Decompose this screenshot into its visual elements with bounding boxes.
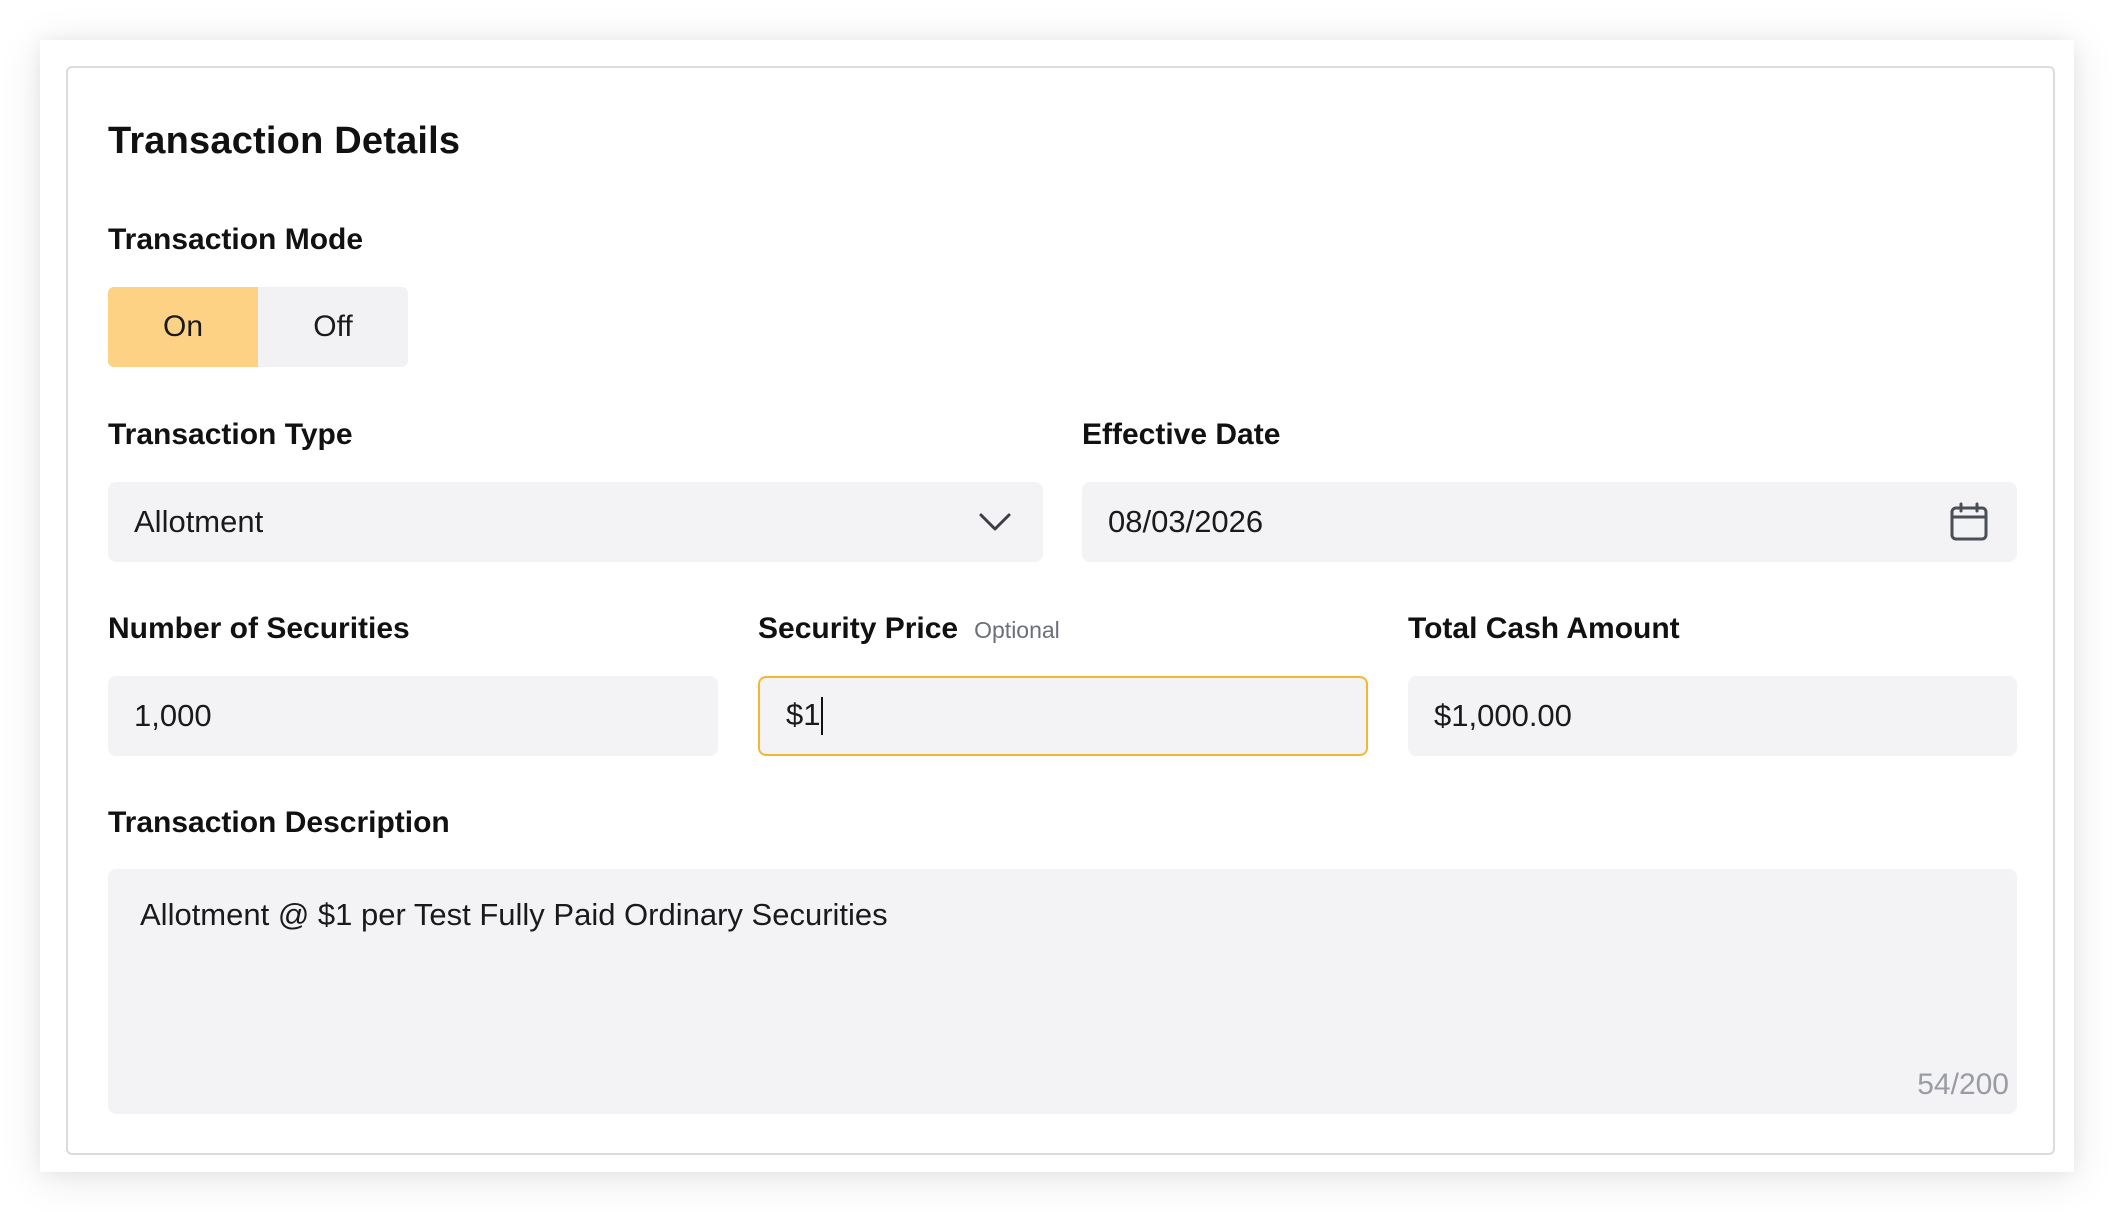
transaction-details-card: Transaction Details Transaction Mode On … — [66, 66, 2055, 1155]
transaction-description-textarea[interactable]: Allotment @ $1 per Test Fully Paid Ordin… — [108, 869, 2017, 1114]
total-cash-amount-label: Total Cash Amount — [1408, 612, 1680, 645]
transaction-description-label: Transaction Description — [108, 806, 450, 839]
number-of-securities-label: Number of Securities — [108, 612, 410, 645]
number-of-securities-input[interactable]: 1,000 — [108, 676, 718, 756]
transaction-description-value: Allotment @ $1 per Test Fully Paid Ordin… — [140, 897, 888, 932]
transaction-mode-toggle: On Off — [108, 287, 408, 367]
security-price-label: Security Price — [758, 612, 959, 645]
transaction-mode-label: Transaction Mode — [108, 223, 364, 256]
security-price-input[interactable]: $1 — [758, 676, 1368, 756]
character-counter: 54/200 — [1917, 1068, 2009, 1101]
total-cash-amount-input[interactable]: $1,000.00 — [1408, 676, 2017, 756]
number-of-securities-value: 1,000 — [134, 698, 212, 733]
security-price-value: $1 — [786, 696, 821, 732]
chevron-down-icon[interactable] — [973, 500, 1017, 544]
effective-date-input[interactable]: 08/03/2026 — [1082, 482, 2017, 562]
calendar-icon[interactable] — [1947, 500, 1991, 544]
text-caret — [821, 697, 824, 736]
total-cash-amount-value: $1,000.00 — [1434, 698, 1572, 733]
effective-date-value: 08/03/2026 — [1108, 504, 1264, 539]
toggle-on-button[interactable]: On — [108, 287, 258, 367]
security-price-label-group: Security Price Optional — [758, 612, 1060, 646]
transaction-type-value: Allotment — [134, 504, 264, 539]
transaction-type-label: Transaction Type — [108, 418, 353, 451]
effective-date-label: Effective Date — [1082, 418, 1281, 451]
toggle-off-button[interactable]: Off — [258, 287, 408, 367]
page-title: Transaction Details — [108, 120, 461, 162]
transaction-type-select[interactable]: Allotment — [108, 482, 1043, 562]
optional-tag: Optional — [974, 617, 1060, 643]
